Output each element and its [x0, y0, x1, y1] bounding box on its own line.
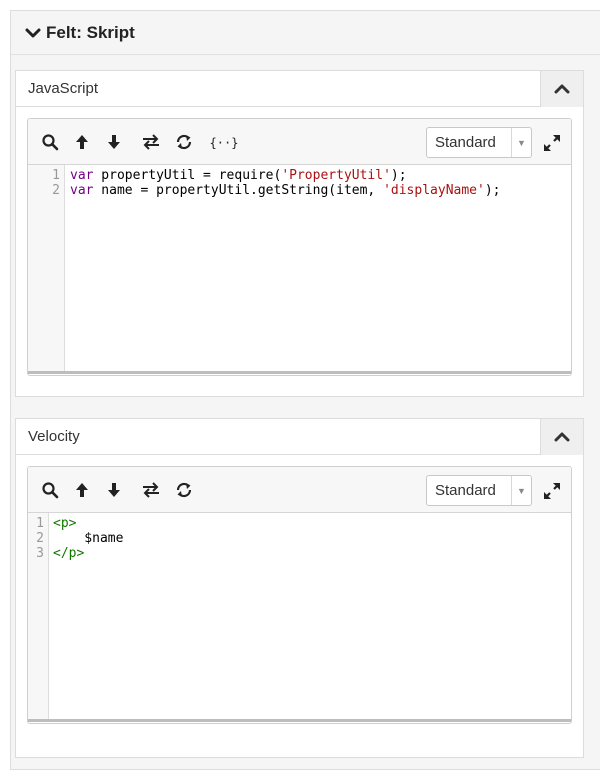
swap-icon[interactable]: [141, 132, 161, 152]
velocity-panel-header: Velocity: [16, 418, 583, 455]
code-lines[interactable]: <p> $name </p>: [53, 516, 123, 561]
expand-icon[interactable]: [542, 133, 562, 153]
caret-down-icon: ▼: [511, 476, 531, 505]
code-token: name = propertyUtil.getString(item,: [93, 183, 384, 198]
code-area[interactable]: 12 var propertyUtil = require('PropertyU…: [28, 165, 571, 374]
editor-toolbar: Standard ▼: [28, 467, 571, 513]
code-line[interactable]: <p>: [53, 516, 123, 531]
refresh-icon[interactable]: [174, 480, 194, 500]
javascript-panel: JavaScript {··} Standard ▼ 1 2 var prope…: [15, 70, 584, 397]
code-line[interactable]: </p>: [53, 546, 123, 561]
page-top: [0, 0, 600, 10]
chevron-down-icon: [25, 28, 41, 37]
chevron-up-icon: [554, 84, 570, 93]
caret-down-icon: ▼: [511, 128, 531, 157]
line-number: 2: [36, 531, 44, 546]
line-gutter: 12: [28, 165, 65, 374]
code-token: var: [70, 168, 94, 183]
code-token: 'PropertyUtil': [281, 168, 391, 183]
arrow-down-icon[interactable]: [104, 480, 124, 500]
mode-select[interactable]: Standard ▼: [426, 475, 532, 506]
code-line[interactable]: $name: [53, 531, 123, 546]
javascript-editor: {··} Standard ▼ 12 var propertyUtil = re…: [27, 118, 572, 376]
code-token: 'displayName': [383, 183, 485, 198]
braces-icon[interactable]: {··}: [210, 133, 239, 153]
panel-title: Velocity: [28, 428, 80, 445]
line-number: 3: [36, 546, 44, 561]
line-numbers: 12: [52, 168, 60, 198]
search-icon[interactable]: [40, 132, 60, 152]
expand-icon[interactable]: [542, 481, 562, 501]
swap-icon[interactable]: [141, 480, 161, 500]
line-gutter: 123: [28, 513, 49, 722]
arrow-down-icon[interactable]: [104, 132, 124, 152]
section-title: Felt: Skript: [46, 22, 135, 42]
velocity-editor: Standard ▼ 123 <p> $name </p>: [27, 466, 572, 724]
collapse-button[interactable]: [540, 70, 583, 107]
arrow-up-icon[interactable]: [72, 132, 92, 152]
code-token: <p>: [53, 516, 77, 531]
collapse-button[interactable]: [540, 418, 583, 455]
section-header[interactable]: Felt: Skript: [11, 11, 600, 55]
line-number: 1: [52, 168, 60, 183]
code-line[interactable]: var name = propertyUtil.getString(item, …: [70, 183, 500, 198]
code-area[interactable]: 123 <p> $name </p>: [28, 513, 571, 722]
velocity-panel: Velocity Standard ▼ 1 2 3 <p> $name </p>: [15, 418, 584, 758]
line-number: 1: [36, 516, 44, 531]
arrow-up-icon[interactable]: [72, 480, 92, 500]
code-line[interactable]: var propertyUtil = require('PropertyUtil…: [70, 168, 500, 183]
mode-select-value: Standard: [435, 482, 496, 499]
scrollbar-track[interactable]: [28, 371, 571, 374]
code-token: );: [390, 168, 407, 183]
line-numbers: 123: [36, 516, 44, 561]
panel-title: JavaScript: [28, 80, 99, 97]
scrollbar-track[interactable]: [28, 719, 571, 722]
mode-select[interactable]: Standard ▼: [426, 127, 532, 158]
code-token: );: [484, 183, 501, 198]
refresh-icon[interactable]: [174, 132, 194, 152]
code-token: var: [70, 183, 94, 198]
javascript-panel-header: JavaScript: [16, 70, 583, 107]
code-token: propertyUtil = require(: [93, 168, 282, 183]
code-token: </p>: [53, 546, 85, 561]
search-icon[interactable]: [40, 480, 60, 500]
line-number: 2: [52, 183, 60, 198]
editor-toolbar: {··} Standard ▼: [28, 119, 571, 165]
code-lines[interactable]: var propertyUtil = require('PropertyUtil…: [70, 168, 500, 198]
mode-select-value: Standard: [435, 134, 496, 151]
chevron-up-icon: [554, 432, 570, 441]
code-token: $name: [53, 531, 124, 546]
